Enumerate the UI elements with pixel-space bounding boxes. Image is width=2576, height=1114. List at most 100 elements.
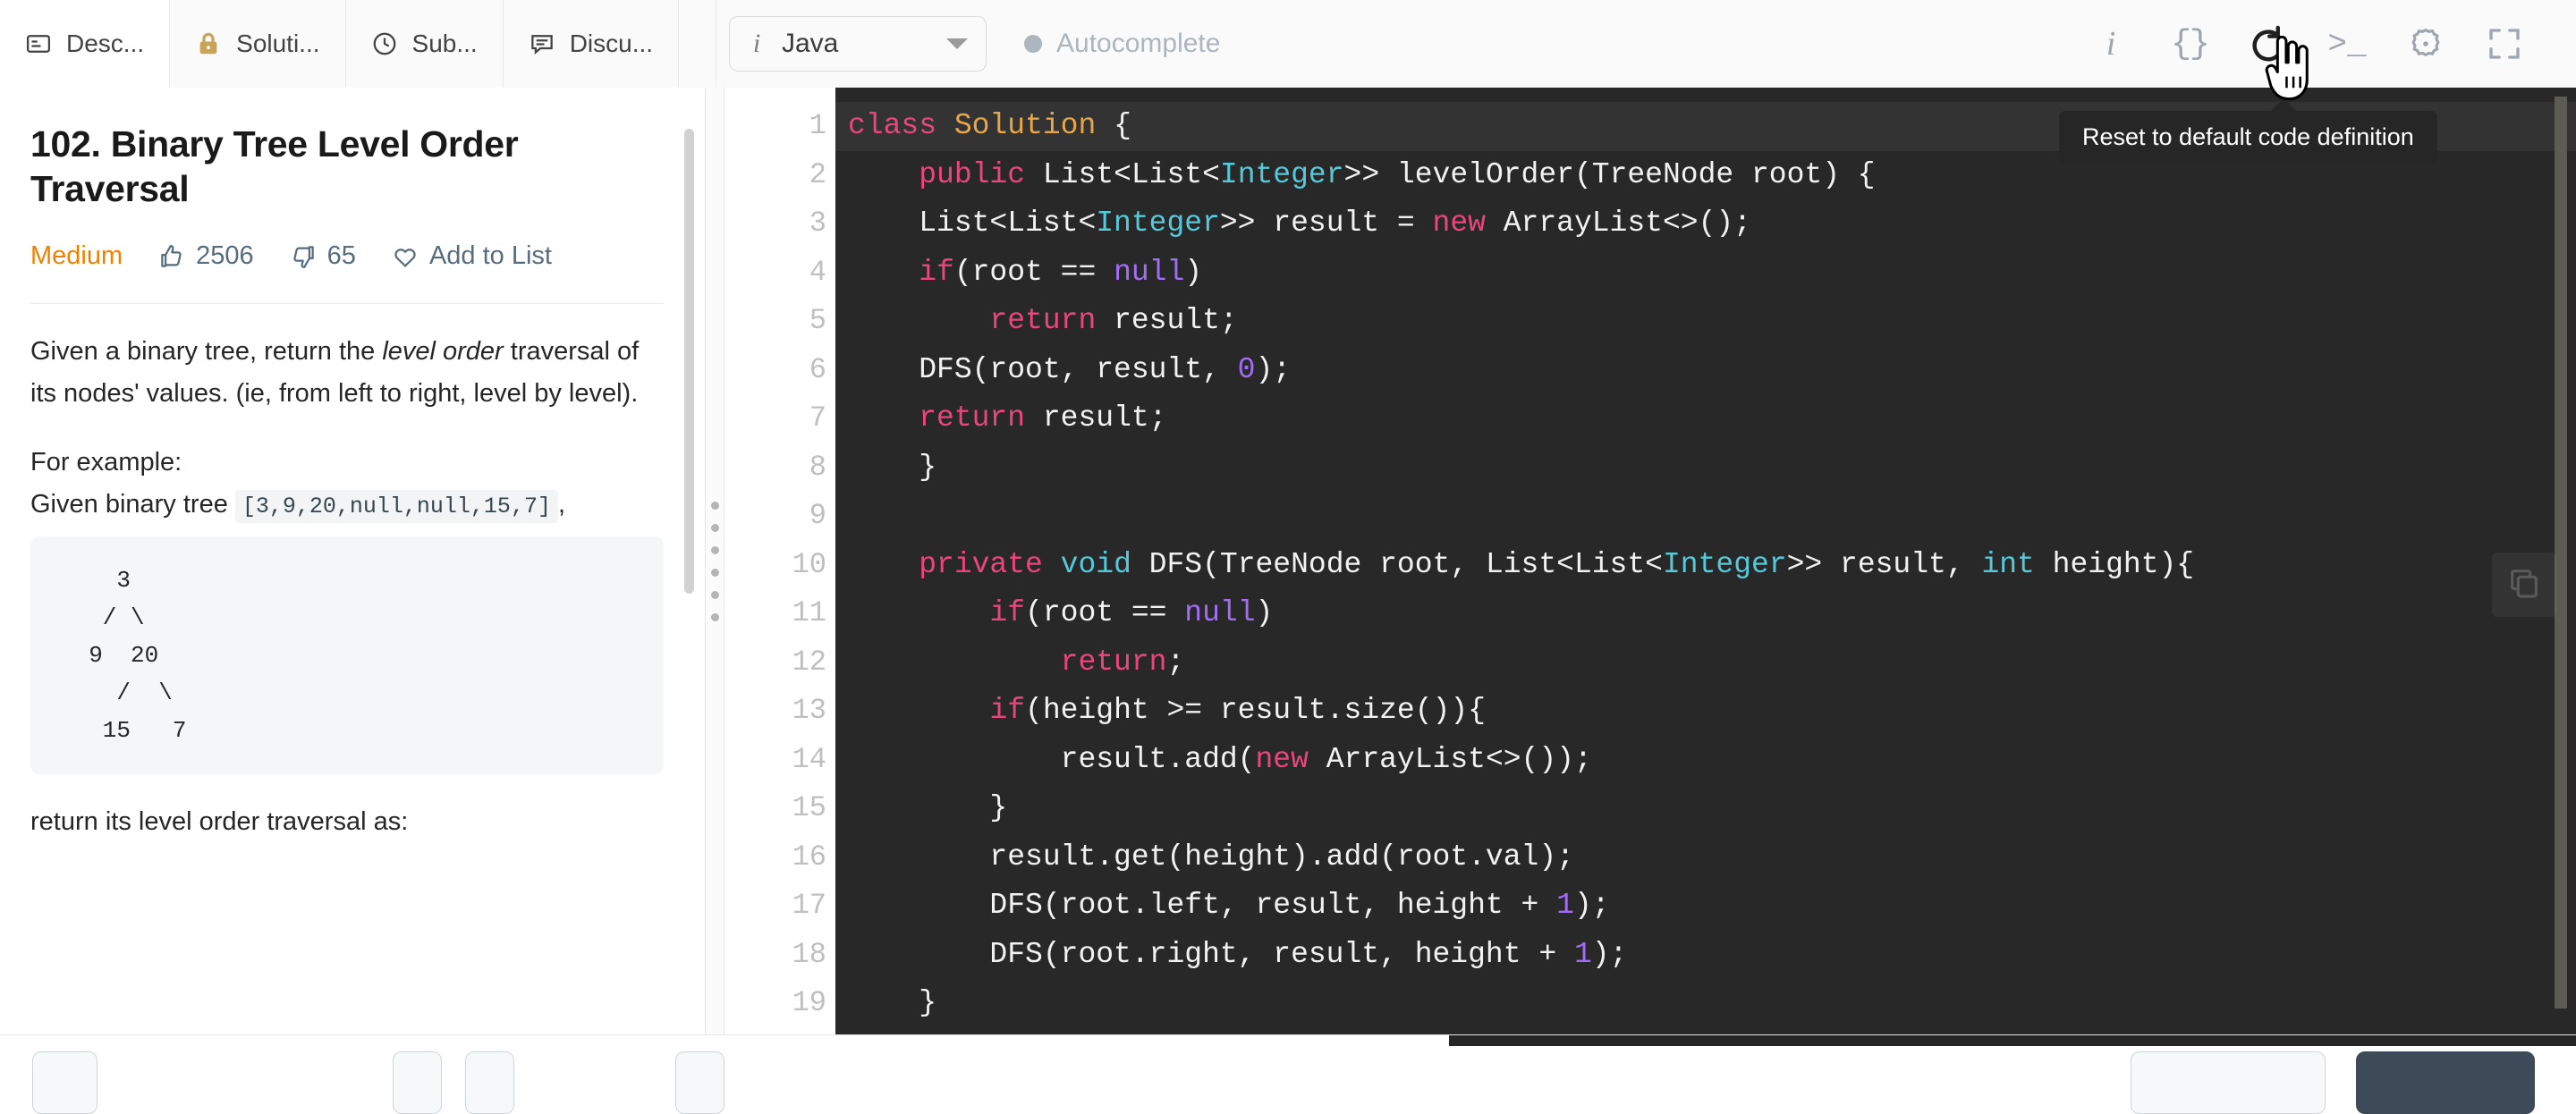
editor-scrollbar[interactable] [2555,97,2567,1009]
dislike-button[interactable]: 65 [290,241,356,271]
tab-solutions[interactable]: Soluti... [170,0,346,88]
add-to-list-button[interactable]: Add to List [392,241,552,271]
code-token: ArrayList<>()); [1308,742,1592,776]
code-line[interactable]: DFS(root, result, 0); [835,346,2576,395]
submit-button[interactable] [2356,1051,2535,1114]
panel-resize-handle[interactable] [705,88,724,1034]
code-editor[interactable]: 1234567891011121314151617181920 class So… [724,88,2576,1034]
code-line[interactable]: return result; [835,394,2576,443]
info-icon: i [2106,25,2116,63]
code-content-area[interactable]: class Solution { public List<List<Intege… [835,88,2576,1034]
tree-literal-comma: , [557,489,566,519]
bottom-right-buttons [724,1034,2576,1114]
code-line[interactable]: DFS(root.left, result, height + 1); [835,882,2576,931]
code-token: DFS(TreeNode root, List<List< [1131,547,1663,581]
clock-icon [371,30,398,57]
autocomplete-status-dot [1024,35,1042,53]
code-line[interactable]: if(root == null) [835,249,2576,298]
format-code-icon: {} [2171,24,2210,63]
tab-solutions-label: Soluti... [236,30,320,57]
line-number: 18 [792,937,826,971]
description-icon [25,30,52,57]
code-token: 0 [1237,352,1256,386]
like-button[interactable]: 2506 [158,241,254,271]
code-token: ) [1184,255,1203,289]
autocomplete-label: Autocomplete [1056,29,1221,58]
testcase-button[interactable] [32,1051,97,1114]
tab-submissions-label: Sub... [411,30,478,57]
line-number: 12 [792,645,826,679]
code-line[interactable]: result.add(new ArrayList<>()); [835,736,2576,785]
code-line[interactable]: if(root == null) [835,589,2576,638]
code-token: result.add( [848,742,1256,776]
code-line[interactable]: result.get(height).add(root.val); [835,833,2576,882]
tab-discuss[interactable]: Discu... [504,0,680,88]
code-token: DFS(root, result, [848,352,1238,386]
console-button[interactable]: >_ [2308,4,2386,83]
tab-description[interactable]: Desc... [0,0,171,88]
copy-code-button[interactable] [2492,553,2556,617]
editor-toolbar: i Java Autocomplete i {} >_ [716,0,2576,88]
settings-button[interactable] [2386,4,2465,83]
workspace-body: 102. Binary Tree Level Order Traversal M… [0,88,2576,1034]
page-title: 102. Binary Tree Level Order Traversal [30,123,519,210]
code-line[interactable]: if(height >= result.size()){ [835,687,2576,736]
code-line[interactable]: private void DFS(TreeNode root, List<Lis… [835,541,2576,590]
code-line[interactable]: List<List<Integer>> result = new ArrayLi… [835,199,2576,249]
code-token: DFS(root.left, result, height + [848,889,1557,922]
code-line[interactable]: return result; [835,297,2576,346]
difficulty-badge[interactable]: Medium [30,241,123,271]
code-line[interactable]: return; [835,638,2576,688]
code-token: ); [1255,352,1292,386]
autocomplete-toggle[interactable]: Autocomplete [1024,29,1220,59]
problem-description-scroll[interactable]: 102. Binary Tree Level Order Traversal M… [0,88,705,1034]
format-code-button[interactable]: {} [2150,4,2229,83]
bottom-action-bar [0,1034,2576,1114]
problem-tab-strip: Desc... Soluti... Sub... Discu... [0,0,716,88]
return-traversal-line: return its level order traversal as: [30,807,409,837]
level-order-emphasis: level order [382,337,504,367]
code-token: int [1981,547,2035,581]
given-binary-tree-text: Given binary tree [30,489,235,519]
tab-submissions[interactable]: Sub... [346,0,504,88]
bottom-button-2[interactable] [392,1051,442,1114]
code-token: result.get(height).add(root.val); [848,840,1574,873]
code-line[interactable]: } [835,979,2576,1028]
code-token: public [919,157,1026,191]
add-to-list-label: Add to List [428,241,552,271]
editor-tool-group: i {} >_ [2072,4,2576,83]
reset-code-icon [2248,23,2289,64]
language-selector[interactable]: i Java [729,16,987,72]
code-line[interactable]: } [835,443,2576,493]
bottom-button-4[interactable] [674,1051,725,1114]
description-scrollbar[interactable] [684,129,694,594]
description-text-a: Given a binary tree, return the [30,337,383,367]
code-token: null [1114,255,1185,289]
code-token: null [1184,596,1256,629]
code-token: return [989,304,1097,337]
line-number: 7 [809,401,826,435]
run-code-button[interactable] [2131,1051,2326,1114]
reset-code-button[interactable] [2229,4,2308,83]
code-token: (root == [1025,596,1185,629]
line-number: 1 [724,102,860,151]
code-line[interactable]: } [835,784,2576,833]
line-number: 6 [809,352,826,386]
code-token: ); [1573,889,1610,922]
language-selector-value: Java [782,29,839,58]
code-line[interactable] [835,492,2576,541]
code-line[interactable]: } [835,1028,2576,1035]
like-count: 2506 [196,241,254,271]
code-token: } [848,450,937,484]
code-line[interactable]: DFS(root.right, result, height + 1); [835,931,2576,980]
info-icon-button[interactable]: i [2072,4,2150,83]
code-token: if [989,694,1026,727]
editor-bottom-strip [1449,1035,2576,1046]
bottom-button-3[interactable] [464,1051,514,1114]
code-token: 1 [1573,937,1592,971]
copy-icon [2506,565,2542,605]
tab-discuss-label: Discu... [569,30,654,57]
fullscreen-button[interactable] [2465,4,2544,83]
